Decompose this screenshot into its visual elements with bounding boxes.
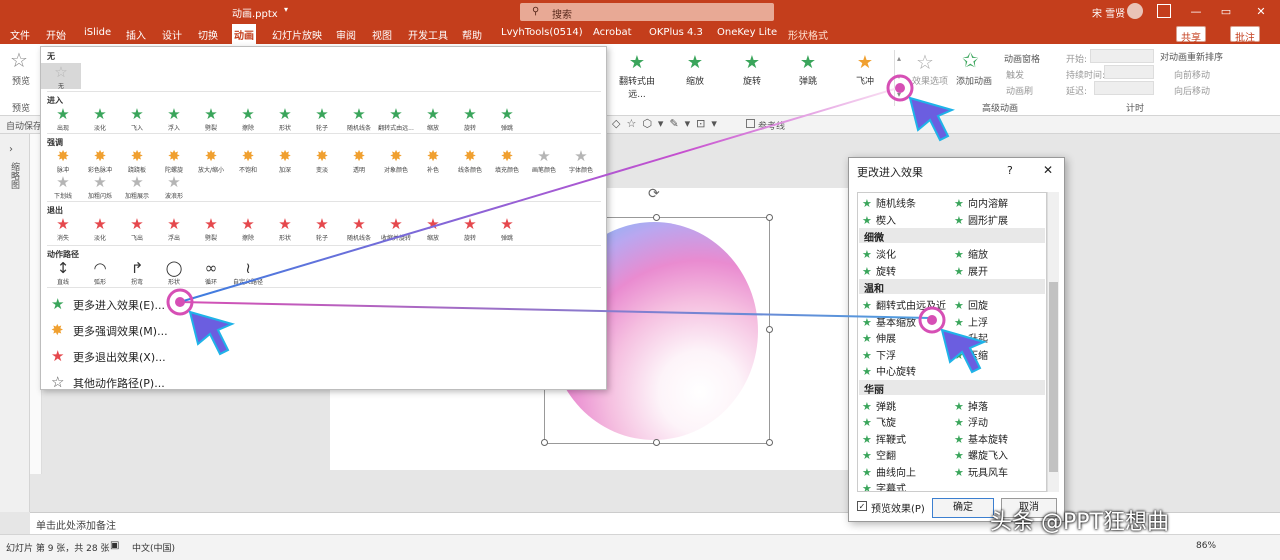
cursor-pointer-icon xyxy=(166,288,235,356)
connector-line xyxy=(179,301,931,319)
cursor-pointer-icon xyxy=(918,306,987,374)
connector-line xyxy=(179,87,899,303)
annotation-overlay xyxy=(166,74,987,374)
watermark: 头条 @PPT狂想曲 xyxy=(990,510,1169,535)
cursor-pointer-icon xyxy=(886,74,955,142)
